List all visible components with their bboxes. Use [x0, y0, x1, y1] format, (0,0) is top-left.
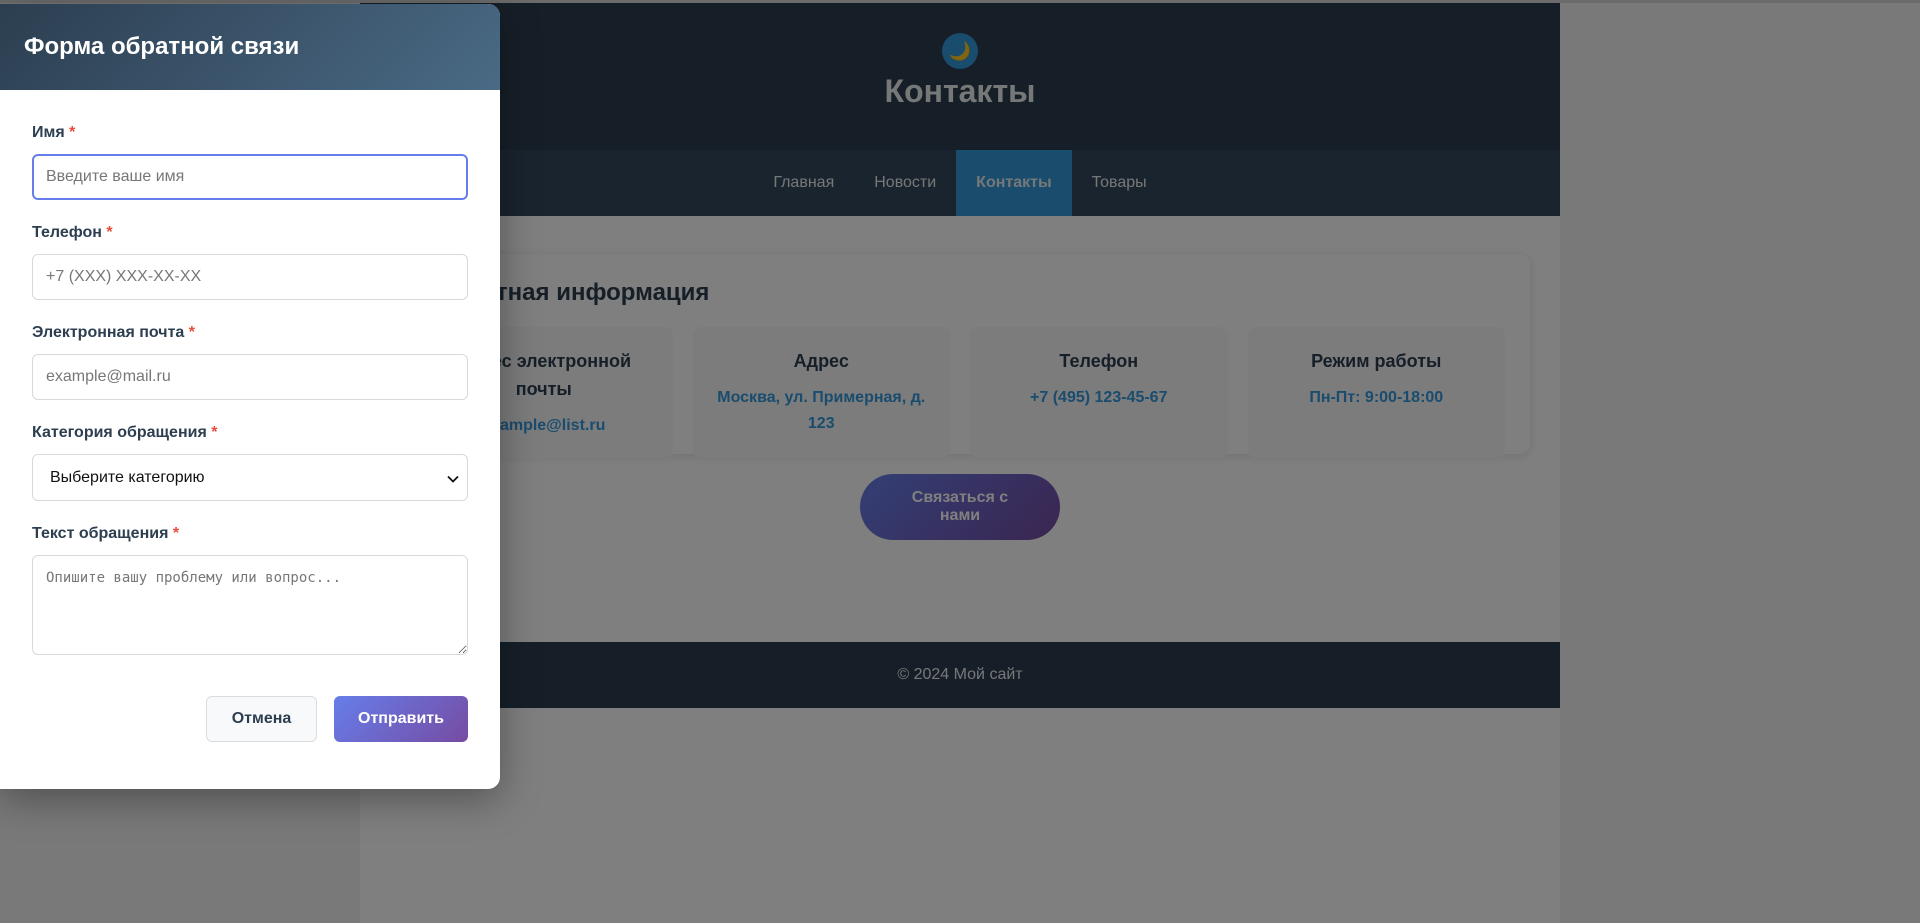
email-label-text: Электронная почта [32, 324, 185, 341]
phone-input[interactable] [32, 254, 468, 300]
cancel-button[interactable]: Отмена [206, 696, 317, 742]
required-mark: * [211, 424, 218, 441]
chevron-down-icon [447, 470, 459, 486]
message-label-text: Текст обращения [32, 525, 169, 542]
message-textarea[interactable] [32, 555, 468, 655]
category-label: Категория обращения * [32, 424, 468, 442]
feedback-form: Имя * Телефон * Электронная почта * Кате… [0, 90, 500, 742]
category-selected-value: Выберите категорию [50, 468, 205, 486]
required-mark: * [188, 324, 195, 341]
form-group-message: Текст обращения * [32, 525, 468, 655]
phone-label: Телефон * [32, 224, 468, 242]
message-label: Текст обращения * [32, 525, 468, 543]
required-mark: * [106, 224, 113, 241]
email-label: Электронная почта * [32, 324, 468, 342]
category-select[interactable]: Выберите категорию [32, 454, 468, 501]
required-mark: * [69, 124, 76, 141]
form-group-name: Имя * [32, 124, 468, 200]
name-label: Имя * [32, 124, 468, 142]
email-input[interactable] [32, 354, 468, 400]
name-input[interactable] [32, 154, 468, 200]
form-group-phone: Телефон * [32, 224, 468, 300]
feedback-modal: Форма обратной связи Имя * Телефон * Эле… [0, 4, 500, 789]
modal-actions: Отмена Отправить [32, 696, 468, 742]
phone-label-text: Телефон [32, 224, 102, 241]
modal-title: Форма обратной связи [24, 33, 300, 60]
required-mark: * [172, 525, 180, 542]
modal-header: Форма обратной связи [0, 4, 500, 90]
form-group-category: Категория обращения * Выберите категорию [32, 424, 468, 501]
submit-button[interactable]: Отправить [334, 696, 468, 742]
name-label-text: Имя [32, 124, 65, 141]
form-group-email: Электронная почта * [32, 324, 468, 400]
category-label-text: Категория обращения [32, 424, 207, 441]
